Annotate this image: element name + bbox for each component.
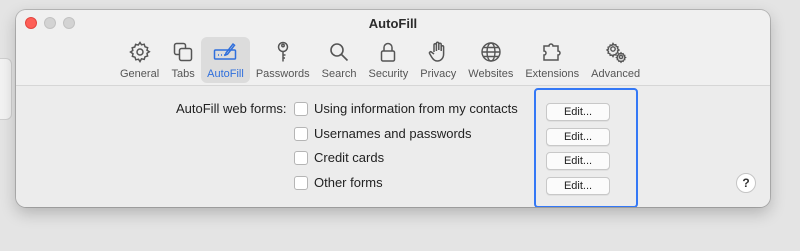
option-credit-cards-label: Credit cards: [314, 150, 385, 165]
tab-autofill[interactable]: AutoFill: [201, 37, 250, 83]
lock-icon: [381, 42, 396, 62]
tab-extensions[interactable]: Extensions: [519, 37, 585, 83]
autofill-icon: [214, 42, 237, 60]
option-usernames-passwords-label: Usernames and passwords: [314, 126, 472, 141]
tab-websites[interactable]: Websites: [462, 37, 519, 83]
titlebar: AutoFill General Tabs AutoFill Passwords…: [16, 10, 770, 86]
edit-contacts-button[interactable]: Edit...: [546, 103, 610, 121]
tab-security-label: Security: [368, 68, 409, 80]
option-usernames-passwords[interactable]: Usernames and passwords: [294, 126, 472, 141]
preferences-window: AutoFill General Tabs AutoFill Passwords…: [16, 10, 770, 207]
option-contacts-label: Using information from my contacts: [314, 101, 518, 116]
autofill-web-forms-label: AutoFill web forms:: [176, 101, 287, 116]
tab-search[interactable]: Search: [316, 37, 363, 83]
tab-privacy-label: Privacy: [420, 68, 457, 80]
background-window-edge: [0, 58, 12, 120]
option-credit-cards[interactable]: Credit cards: [294, 150, 384, 165]
edit-credit-cards-button[interactable]: Edit...: [546, 152, 610, 170]
search-icon: [330, 43, 349, 62]
help-button[interactable]: ?: [736, 173, 756, 193]
option-other-forms-label: Other forms: [314, 175, 383, 190]
hand-icon: [429, 41, 445, 62]
other-forms-checkbox[interactable]: [294, 175, 308, 190]
edit-other-forms-button[interactable]: Edit...: [546, 177, 610, 195]
option-other-forms[interactable]: Other forms: [294, 175, 383, 190]
gear-icon: [128, 41, 151, 63]
tab-general-label: General: [120, 68, 160, 80]
usernames-passwords-checkbox[interactable]: [294, 126, 308, 141]
tab-websites-label: Websites: [468, 68, 514, 80]
tab-advanced-label: Advanced: [591, 68, 641, 80]
edit-buttons-highlight: Edit... Edit... Edit... Edit...: [534, 88, 638, 207]
tab-security[interactable]: Security: [362, 37, 414, 83]
globe-icon: [481, 42, 501, 62]
tabs-icon: [173, 42, 193, 62]
tab-general[interactable]: General: [114, 37, 165, 83]
preferences-toolbar: General Tabs AutoFill Passwords Search S…: [114, 37, 646, 83]
option-contacts[interactable]: Using information from my contacts: [294, 101, 518, 116]
tab-autofill-label: AutoFill: [207, 68, 244, 80]
tab-tabs[interactable]: Tabs: [165, 37, 201, 83]
tab-search-label: Search: [321, 68, 357, 80]
key-icon: [277, 41, 288, 62]
autofill-pane: AutoFill web forms: Using information fr…: [16, 86, 770, 207]
gears-icon: [605, 42, 627, 64]
tab-passwords-label: Passwords: [255, 68, 310, 80]
puzzle-icon: [543, 43, 561, 61]
tab-tabs-label: Tabs: [171, 68, 195, 80]
window-title: AutoFill: [368, 16, 418, 31]
tab-privacy[interactable]: Privacy: [414, 37, 462, 83]
tab-advanced[interactable]: Advanced: [585, 37, 646, 83]
tab-extensions-label: Extensions: [525, 68, 580, 80]
tab-passwords[interactable]: Passwords: [250, 37, 316, 83]
edit-passwords-button[interactable]: Edit...: [546, 128, 610, 146]
credit-cards-checkbox[interactable]: [294, 150, 308, 165]
contacts-checkbox[interactable]: [294, 101, 308, 116]
